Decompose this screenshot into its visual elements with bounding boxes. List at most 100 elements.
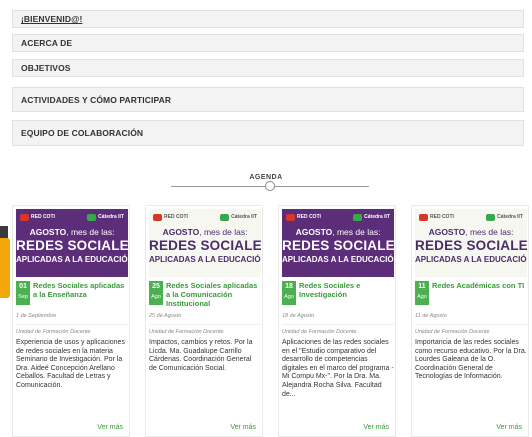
banner-mes: , mes de las: [199, 227, 248, 237]
date-day: 11 [418, 283, 426, 290]
card-type: Unidad de Formación Docente [16, 329, 91, 335]
card-divider [415, 324, 527, 325]
accordion-acerca-de[interactable]: ACERCA DE [12, 34, 524, 52]
redcoti-logo: RED COTI [20, 213, 55, 221]
catedra-logo: Cátedra IIT [87, 213, 124, 221]
accordion-label: OBJETIVOS [21, 63, 71, 73]
catedra-logo-icon [353, 213, 363, 221]
banner-redes: REDES SOCIALES [282, 238, 394, 253]
card-date: 1 de Septiembre [16, 313, 57, 319]
banner-redes: REDES SOCIALES [415, 238, 527, 253]
banner-logos: RED COTI Cátedra IIT [20, 212, 124, 222]
banner-agosto: AGOSTO, mes de las: [415, 227, 527, 237]
catedra-logo: Cátedra IIT [220, 213, 257, 221]
date-badge: 11 Ago [415, 281, 429, 305]
agenda-title: AGENDA [249, 174, 283, 181]
banner-logos: RED COTI Cátedra IIT [153, 212, 257, 222]
banner-logos: RED COTI Cátedra IIT [286, 212, 390, 222]
card-divider [282, 324, 394, 325]
banner-agosto-word: AGOSTO [29, 227, 67, 237]
redcoti-logo: RED COTI [419, 213, 454, 221]
agenda-card[interactable]: RED COTI Cátedra IIT AGOSTO, mes de las:… [411, 205, 529, 437]
date-badge: 01 Sep [16, 281, 30, 305]
catedra-logo-icon [87, 213, 97, 221]
date-month: Ago [151, 294, 161, 300]
date-month: Sep [18, 294, 28, 300]
catedra-logo-icon [486, 213, 496, 221]
date-badge: 25 Ago [149, 281, 163, 305]
agenda-card[interactable]: RED COTI Cátedra IIT AGOSTO, mes de las:… [145, 205, 263, 437]
agenda-card[interactable]: RED COTI Cátedra IIT AGOSTO, mes de las:… [12, 205, 130, 437]
catedra-logo-icon [220, 213, 230, 221]
banner-agosto: AGOSTO, mes de las: [16, 227, 128, 237]
card-title-link[interactable]: Redes Sociales aplicadas a la Comunicaci… [166, 281, 261, 308]
banner-mes: , mes de las: [66, 227, 115, 237]
card-title-link[interactable]: Redes Sociales aplicadas a la Enseñanza [33, 281, 128, 299]
redcoti-logo-icon [286, 213, 295, 221]
event-banner-image[interactable]: RED COTI Cátedra IIT AGOSTO, mes de las:… [415, 209, 527, 277]
card-title-link[interactable]: Redes Sociales e Investigación [299, 281, 394, 299]
ver-mas-link[interactable]: Ver más [230, 424, 256, 431]
card-description: Importancia de las redes sociales como r… [415, 339, 527, 381]
logo-text: RED COTI [297, 214, 321, 220]
catedra-logo: Cátedra IIT [353, 213, 390, 221]
card-title-link[interactable]: Redes Académicas con TI [432, 281, 527, 290]
accordion-objetivos[interactable]: OBJETIVOS [12, 59, 524, 77]
accordion-label: ACERCA DE [21, 38, 73, 48]
card-description: Aplicaciones de las redes sociales en el… [282, 339, 394, 398]
ver-mas-link[interactable]: Ver más [363, 424, 389, 431]
logo-text: RED COTI [164, 214, 188, 220]
agenda-circle-icon [265, 181, 275, 191]
accordion-label: EQUIPO DE COLABORACIÓN [21, 128, 144, 138]
card-date: 25 de Agosto [149, 313, 182, 319]
card-description: Impactos, cambios y retos. Por la Licda.… [149, 339, 253, 372]
logo-text: Cátedra IIT [98, 214, 124, 220]
accordion-equipo[interactable]: EQUIPO DE COLABORACIÓN [12, 120, 524, 146]
banner-mes: , mes de las: [465, 227, 514, 237]
banner-aplicadas: APLICADAS A LA EDUCACIÓN [282, 255, 394, 264]
banner-agosto: AGOSTO, mes de las: [282, 227, 394, 237]
date-badge: 18 Ago [282, 281, 296, 305]
event-banner-image[interactable]: RED COTI Cátedra IIT AGOSTO, mes de las:… [149, 209, 261, 277]
date-month: Ago [417, 294, 427, 300]
previous-card-edge[interactable] [0, 238, 10, 298]
accordion-bienvenido[interactable]: ¡BIENVENID@! [12, 10, 524, 28]
date-day: 18 [285, 283, 293, 290]
accordion-actividades[interactable]: ACTIVIDADES Y CÓMO PARTICIPAR [12, 87, 524, 112]
card-description: Experiencia de usos y aplicaciones de re… [16, 339, 125, 389]
accordion-label: ¡BIENVENID@! [21, 14, 83, 24]
accordion-label: ACTIVIDADES Y CÓMO PARTICIPAR [21, 94, 172, 105]
card-type: Unidad de Formación Docente [149, 329, 224, 335]
card-divider [149, 324, 261, 325]
card-type: Unidad de Formación Docente [282, 329, 357, 335]
banner-redes: REDES SOCIALES [16, 238, 128, 253]
card-type: Unidad de Formación Docente [415, 329, 490, 335]
logo-text: RED COTI [31, 214, 55, 220]
agenda-card[interactable]: RED COTI Cátedra IIT AGOSTO, mes de las:… [278, 205, 396, 437]
banner-aplicadas: APLICADAS A LA EDUCACIÓN [149, 255, 261, 264]
ver-mas-link[interactable]: Ver más [97, 424, 123, 431]
card-divider [16, 324, 128, 325]
redcoti-logo-icon [20, 213, 29, 221]
banner-logos: RED COTI Cátedra IIT [419, 212, 523, 222]
ver-mas-link[interactable]: Ver más [496, 424, 522, 431]
redcoti-logo-icon [153, 213, 162, 221]
event-banner-image[interactable]: RED COTI Cátedra IIT AGOSTO, mes de las:… [16, 209, 128, 277]
date-day: 01 [19, 283, 27, 290]
date-day: 25 [152, 283, 160, 290]
banner-agosto: AGOSTO, mes de las: [149, 227, 261, 237]
card-date: 11 de Agosto [415, 313, 447, 319]
banner-aplicadas: APLICADAS A LA EDUCACIÓN [16, 255, 128, 264]
banner-mes: , mes de las: [332, 227, 381, 237]
date-month: Ago [284, 294, 294, 300]
logo-text: RED COTI [430, 214, 454, 220]
redcoti-logo-icon [419, 213, 428, 221]
banner-redes: REDES SOCIALES [149, 238, 261, 253]
event-banner-image[interactable]: RED COTI Cátedra IIT AGOSTO, mes de las:… [282, 209, 394, 277]
banner-agosto-word: AGOSTO [428, 227, 466, 237]
logo-text: Cátedra IIT [497, 214, 523, 220]
logo-text: Cátedra IIT [364, 214, 390, 220]
logo-text: Cátedra IIT [231, 214, 257, 220]
catedra-logo: Cátedra IIT [486, 213, 523, 221]
banner-aplicadas: APLICADAS A LA EDUCACIÓN [415, 255, 527, 264]
